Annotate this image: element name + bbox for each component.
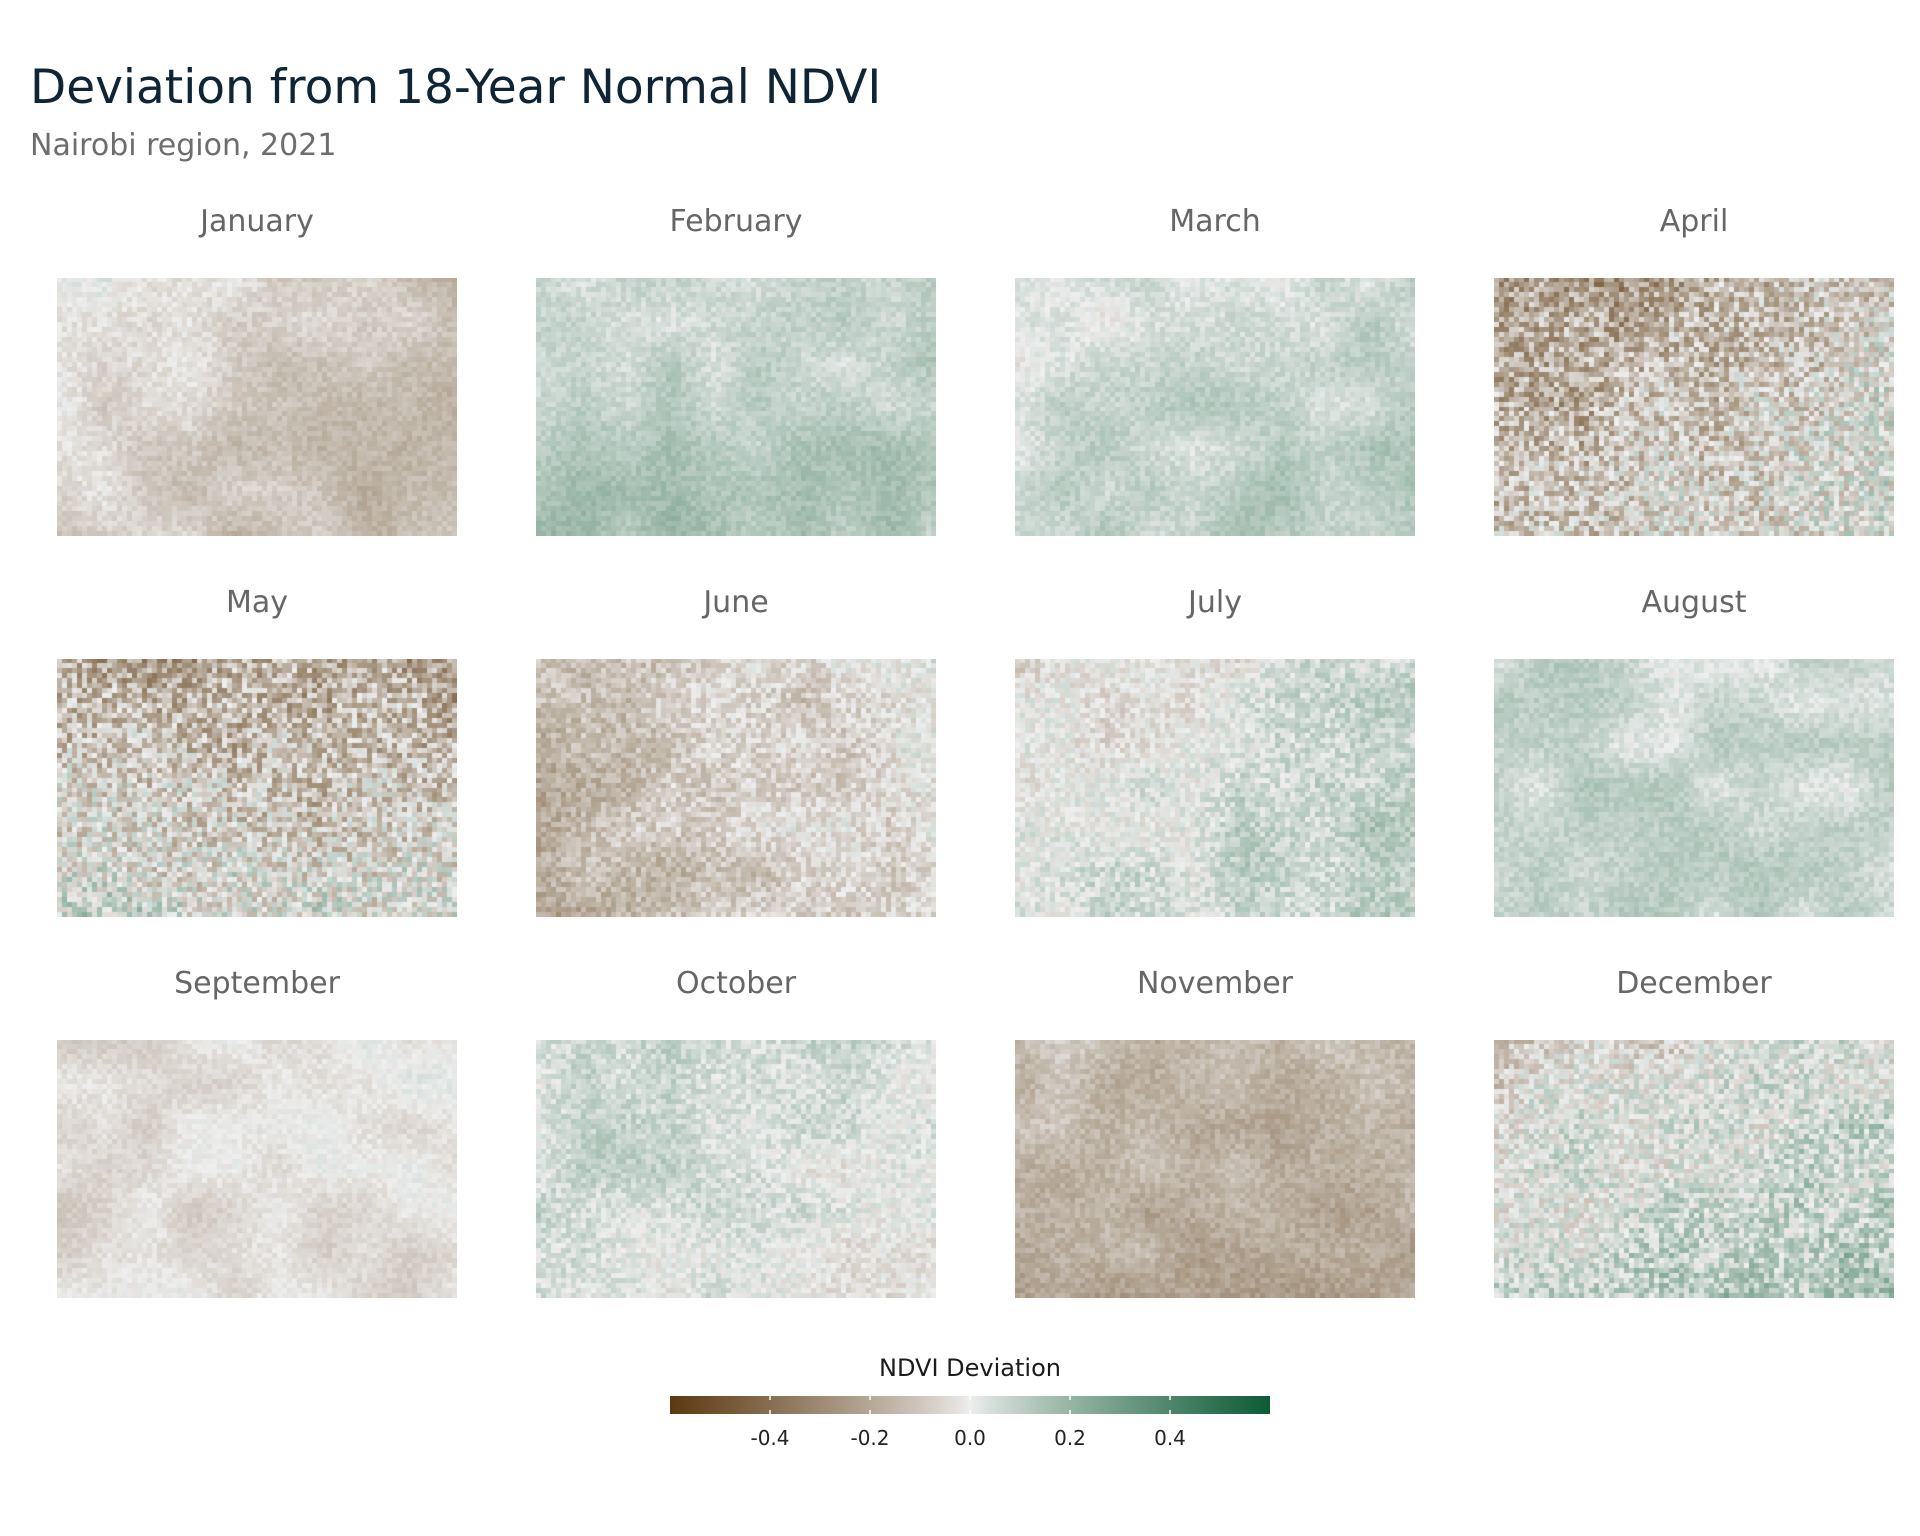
ndvi-map-march (1015, 278, 1415, 536)
panel-title-april: April (1659, 204, 1729, 239)
legend-tick-label: 0.2 (1054, 1426, 1086, 1450)
panel-title-may: May (225, 585, 289, 620)
ndvi-map-november (1015, 1040, 1415, 1298)
panel-title-august: August (1641, 585, 1747, 620)
panel-title-march: March (1169, 204, 1261, 239)
chart-subtitle: Nairobi region, 2021 (30, 128, 337, 163)
ndvi-map-january (57, 278, 457, 536)
panel-title-december: December (1616, 966, 1772, 1001)
legend-title: NDVI Deviation (879, 1354, 1061, 1382)
panel-title-september: September (174, 966, 340, 1001)
panel-title-july: July (1188, 585, 1242, 620)
ndvi-map-july (1015, 659, 1415, 917)
panel-title-january: January (200, 204, 314, 239)
legend-tick-label: 0.4 (1154, 1426, 1186, 1450)
panel-title-november: November (1136, 966, 1294, 1001)
ndvi-map-september (57, 1040, 457, 1298)
legend-tick-label: 0.0 (954, 1426, 986, 1450)
panel-title-october: October (675, 966, 797, 1001)
ndvi-map-may (57, 659, 457, 917)
legend-tick-label: -0.4 (750, 1426, 790, 1450)
chart-title: Deviation from 18-Year Normal NDVI (30, 60, 882, 115)
legend-ticks (769, 1396, 1171, 1414)
ndvi-map-october (536, 1040, 936, 1298)
ndvi-map-april (1494, 278, 1894, 536)
panel-title-february: February (669, 204, 803, 239)
ndvi-map-august (1494, 659, 1894, 917)
panel-title-june: June (703, 585, 769, 620)
ndvi-map-december (1494, 1040, 1894, 1298)
legend-tick-label: -0.2 (850, 1426, 890, 1450)
ndvi-map-june (536, 659, 936, 917)
ndvi-map-february (536, 278, 936, 536)
